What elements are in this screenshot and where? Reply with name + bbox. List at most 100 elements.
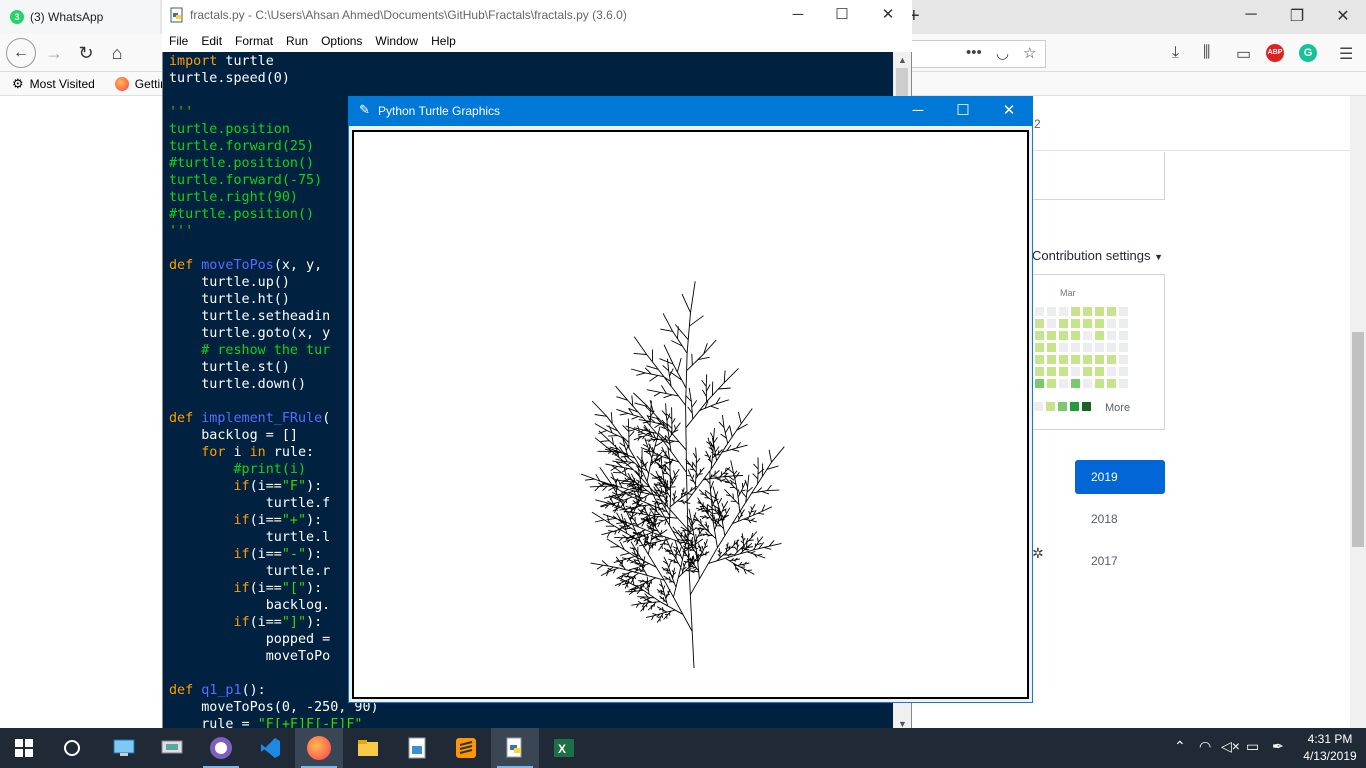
turtle-close-icon[interactable]: ✕ [986,96,1032,126]
calendar-day-cell[interactable] [1035,319,1044,328]
calendar-day-cell[interactable] [1035,307,1044,316]
back-arrow-icon[interactable]: ← [6,38,36,68]
calendar-day-cell[interactable] [1059,379,1068,388]
turtle-canvas[interactable] [352,130,1029,699]
adblock-icon[interactable]: ABP [1266,44,1284,62]
calendar-day-cell[interactable] [1083,307,1092,316]
calendar-day-cell[interactable] [1083,379,1092,388]
taskbar-python-idle[interactable] [491,728,539,768]
calendar-day-cell[interactable] [1047,343,1056,352]
grammarly-icon[interactable]: G [1299,44,1317,62]
calendar-day-cell[interactable] [1047,367,1056,376]
bookmark-most-visited[interactable]: Most Visited [30,77,95,91]
tab-whatsapp[interactable]: 3 (3) WhatsApp [0,0,160,34]
calendar-day-cell[interactable] [1059,355,1068,364]
calendar-day-cell[interactable] [1047,319,1056,328]
wifi-icon[interactable]: ◠ [1199,738,1211,755]
year-button-2018[interactable]: 2018 [1091,512,1118,526]
firefox-restore-icon[interactable]: ❐ [1274,6,1320,26]
taskbar-vscode[interactable] [246,728,294,768]
calendar-day-cell[interactable] [1119,355,1128,364]
calendar-day-cell[interactable] [1071,343,1080,352]
bookmark-star-icon[interactable]: ☆ [1023,44,1036,62]
contribution-settings-dropdown[interactable]: Contribution settings ▼ [1032,248,1163,263]
forward-arrow-icon[interactable]: → [40,41,68,65]
turtle-minimize-icon[interactable]: ─ [895,96,941,126]
year-button-2017[interactable]: 2017 [1091,554,1118,568]
firefox-minimize-icon[interactable]: ─ [1228,6,1274,24]
taskbar-excel[interactable]: X [540,728,588,768]
idle-maximize-icon[interactable]: ☐ [819,0,865,30]
firefox-scroll-thumb[interactable] [1352,332,1364,547]
clock-date[interactable]: 4/13/2019 [1302,749,1358,763]
calendar-day-cell[interactable] [1059,343,1068,352]
firefox-close-icon[interactable]: ✕ [1320,6,1366,26]
menu-help[interactable]: Help [431,34,456,48]
calendar-day-cell[interactable] [1107,379,1116,388]
calendar-day-cell[interactable] [1119,367,1128,376]
menu-format[interactable]: Format [235,34,273,48]
idle-close-icon[interactable]: ✕ [865,0,911,30]
calendar-day-cell[interactable] [1095,367,1104,376]
volume-muted-icon[interactable]: ◁× [1221,738,1240,755]
taskbar-explorer-pc[interactable] [100,728,148,768]
taskbar-sublime-text[interactable] [442,728,490,768]
calendar-day-cell[interactable] [1083,331,1092,340]
calendar-day-cell[interactable] [1035,331,1044,340]
taskbar-app-purple[interactable] [197,728,245,768]
calendar-day-cell[interactable] [1083,367,1092,376]
calendar-day-cell[interactable] [1095,307,1104,316]
calendar-day-cell[interactable] [1095,319,1104,328]
calendar-day-cell[interactable] [1071,355,1080,364]
tray-chevron-up-icon[interactable]: ⌃ [1174,738,1186,755]
taskbar-file-explorer[interactable] [344,728,392,768]
calendar-day-cell[interactable] [1071,379,1080,388]
calendar-day-cell[interactable] [1119,319,1128,328]
calendar-day-cell[interactable] [1047,331,1056,340]
calendar-day-cell[interactable] [1071,367,1080,376]
battery-icon[interactable]: ▭ [1246,738,1259,755]
menu-file[interactable]: File [169,34,188,48]
calendar-day-cell[interactable] [1047,355,1056,364]
calendar-day-cell[interactable] [1095,331,1104,340]
search-button[interactable] [48,728,96,768]
turtle-maximize-icon[interactable]: ☐ [940,96,986,126]
calendar-day-cell[interactable] [1107,319,1116,328]
menu-edit[interactable]: Edit [201,34,222,48]
clock-time[interactable]: 4:31 PM [1306,732,1354,746]
calendar-day-cell[interactable] [1083,319,1092,328]
calendar-day-cell[interactable] [1083,343,1092,352]
menu-run[interactable]: Run [286,34,308,48]
calendar-day-cell[interactable] [1035,367,1044,376]
calendar-day-cell[interactable] [1107,331,1116,340]
calendar-day-cell[interactable] [1035,355,1044,364]
calendar-day-cell[interactable] [1059,331,1068,340]
calendar-day-cell[interactable] [1047,379,1056,388]
scroll-up-icon[interactable]: ▲ [898,55,907,65]
calendar-day-cell[interactable] [1059,319,1068,328]
menu-window[interactable]: Window [375,34,418,48]
calendar-day-cell[interactable] [1047,307,1056,316]
calendar-day-cell[interactable] [1059,307,1068,316]
calendar-day-cell[interactable] [1095,379,1104,388]
calendar-day-cell[interactable] [1059,367,1068,376]
library-icon[interactable]: ⫼ [1203,44,1210,62]
idle-minimize-icon[interactable]: ─ [775,0,821,30]
calendar-day-cell[interactable] [1071,331,1080,340]
calendar-day-cell[interactable] [1119,331,1128,340]
home-icon[interactable]: ⌂ [103,41,131,65]
calendar-day-cell[interactable] [1107,355,1116,364]
pocket-icon[interactable]: ◡ [996,44,1009,62]
menu-options[interactable]: Options [321,34,362,48]
calendar-day-cell[interactable] [1107,367,1116,376]
sidebar-icon[interactable]: ▭ [1236,44,1251,64]
start-button[interactable] [0,728,48,768]
calendar-day-cell[interactable] [1119,379,1128,388]
calendar-day-cell[interactable] [1035,343,1044,352]
pen-icon[interactable]: ✒ [1272,738,1284,755]
calendar-day-cell[interactable] [1071,307,1080,316]
hamburger-menu-icon[interactable]: ☰ [1339,44,1353,64]
taskbar-firefox[interactable] [295,728,343,768]
calendar-day-cell[interactable] [1083,355,1092,364]
calendar-day-cell[interactable] [1095,343,1104,352]
